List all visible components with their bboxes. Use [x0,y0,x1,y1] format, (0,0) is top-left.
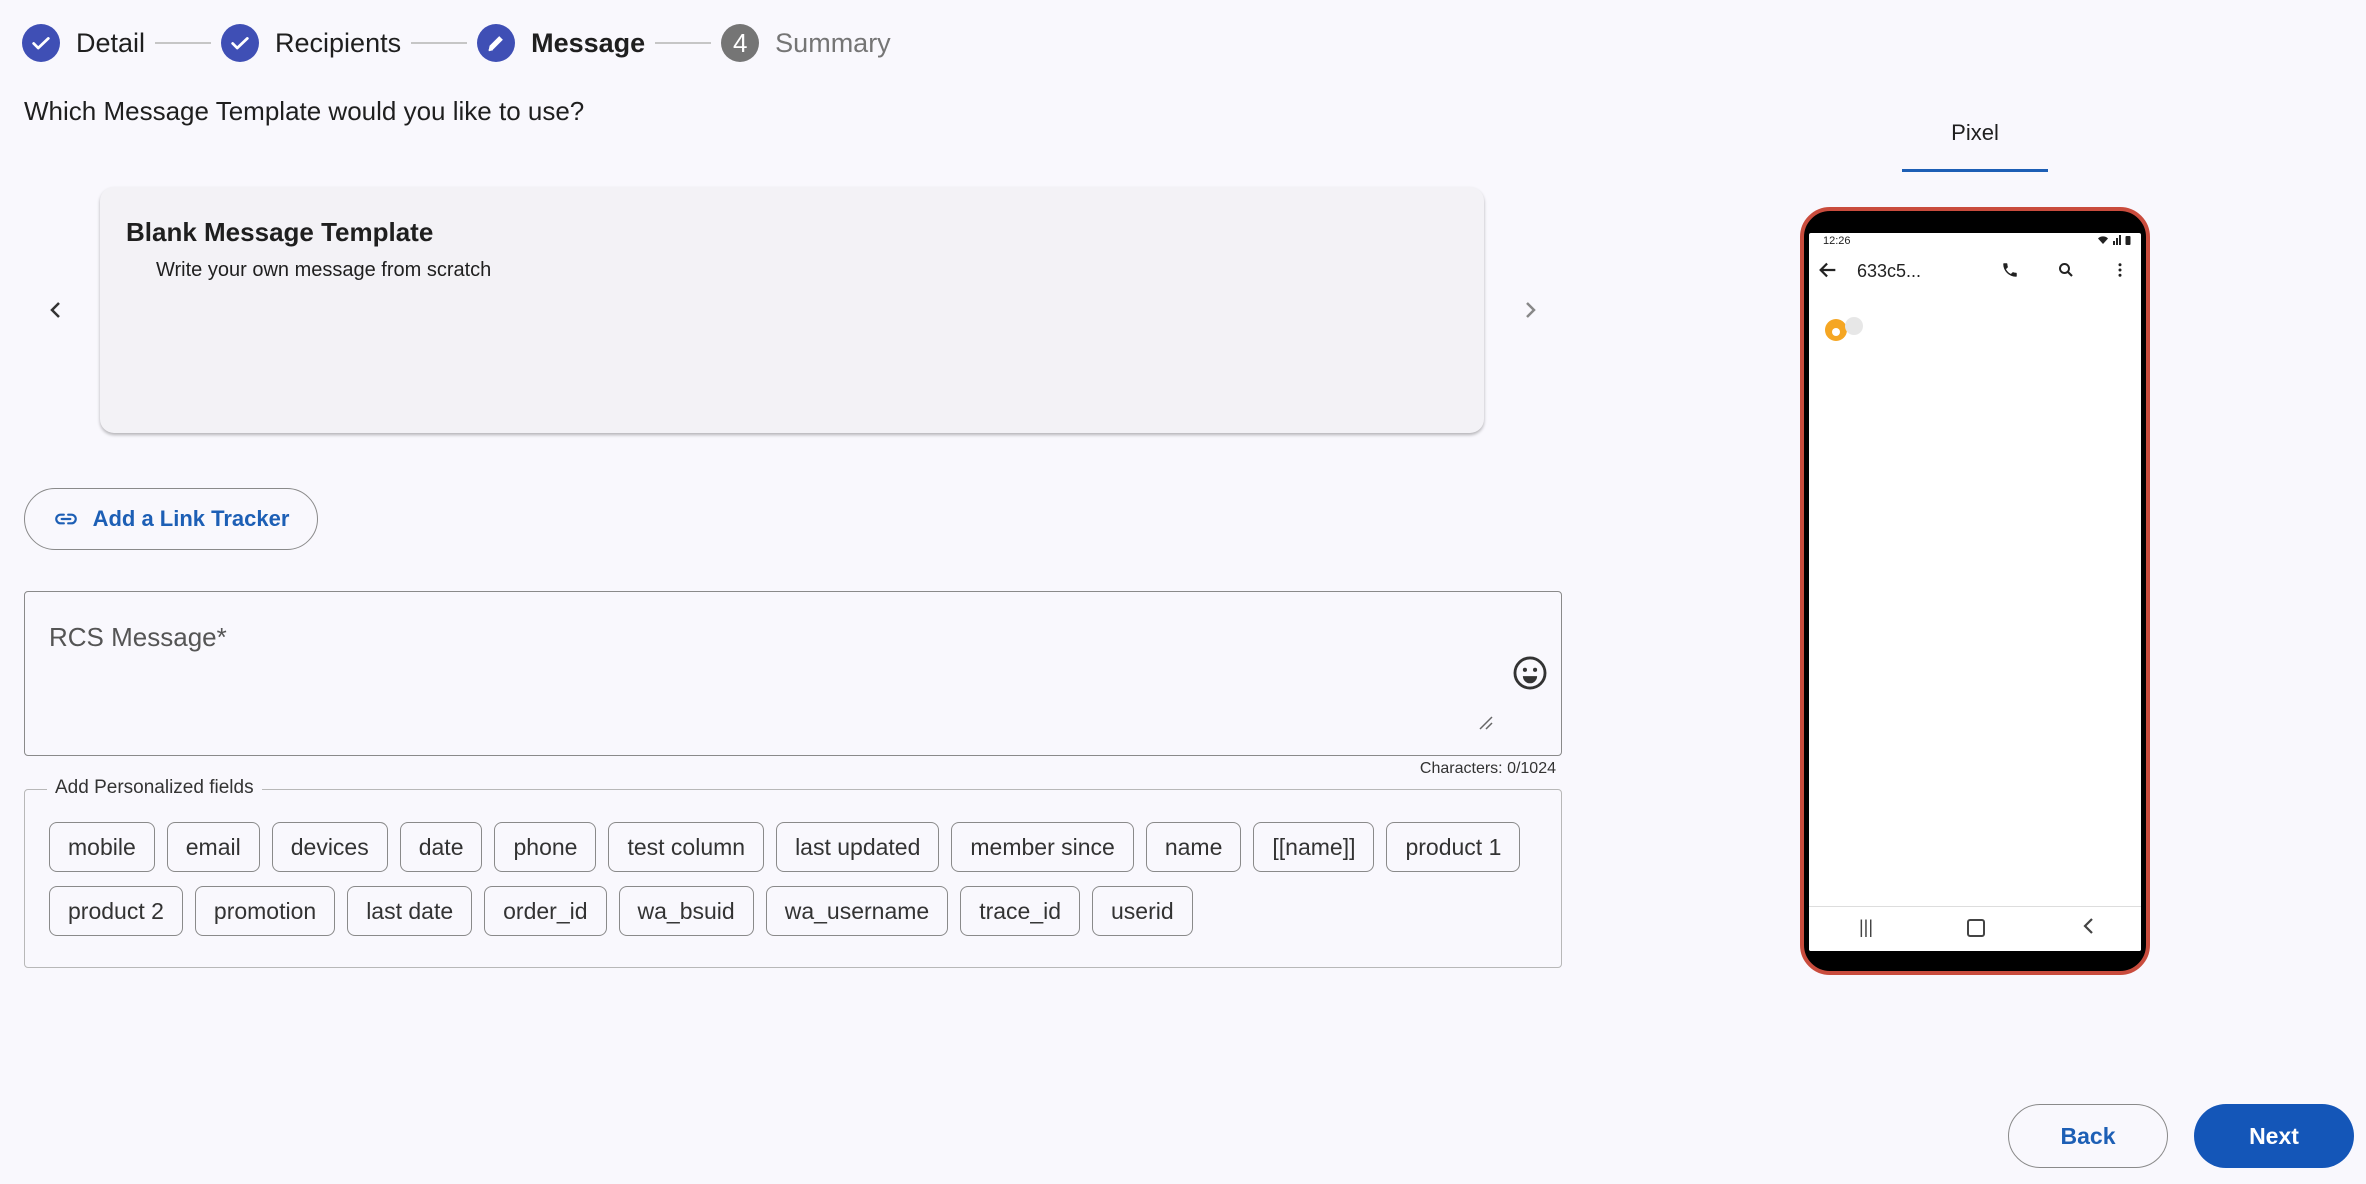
field-chip[interactable]: promotion [194,886,336,936]
stepper: Detail Recipients Message 4 Summary [22,20,891,66]
wifi-icon [2097,236,2108,244]
phone-preview: 12:26 633c5... ||| [1800,207,2150,975]
field-chip[interactable]: order_id [484,886,607,936]
arrow-back-icon[interactable] [1817,259,1839,281]
personalized-fields-legend: Add Personalized fields [47,777,262,799]
android-nav-bar: ||| [1809,906,2141,951]
step-label: Message [531,27,646,58]
avatar [1825,319,1847,341]
step-connector [411,42,468,44]
step-message[interactable]: Message [477,24,645,62]
field-chip[interactable]: last updated [776,822,940,872]
step-label: Recipients [275,27,402,58]
step-summary[interactable]: 4 Summary [721,24,891,62]
field-chip[interactable]: email [166,822,260,872]
more-vert-icon[interactable] [2111,261,2129,279]
link-icon [54,513,77,525]
chevron-left-icon [50,302,60,318]
emoji-picker-button[interactable] [1511,654,1549,692]
field-chip[interactable]: userid [1092,886,1193,936]
signal-icon [2112,235,2121,245]
phone-icon[interactable] [2001,261,2019,279]
search-icon[interactable] [2057,261,2075,279]
status-bar: 12:26 [1809,233,2141,251]
add-link-tracker-button[interactable]: Add a Link Tracker [24,488,318,550]
check-icon [22,24,60,62]
message-placeholder: RCS Message* [49,622,227,652]
chevron-right-icon [1526,302,1536,318]
tab-indicator [1902,169,2048,172]
tab-pixel[interactable]: Pixel [1902,110,2048,172]
smiley-icon [1513,656,1547,690]
field-chip[interactable]: [[name]] [1253,822,1375,872]
tab-pixel-label: Pixel [1951,120,1999,145]
field-chip[interactable]: member since [951,822,1134,872]
field-chip[interactable]: trace_id [960,886,1081,936]
field-chip[interactable]: date [399,822,483,872]
carousel-prev-button[interactable] [36,290,76,330]
next-button[interactable]: Next [2194,1104,2354,1168]
battery-icon [2125,236,2131,245]
template-card-blank[interactable]: Blank Message Template Write your own me… [100,187,1484,433]
field-chip[interactable]: product 2 [49,886,183,936]
template-description: Write your own message from scratch [156,259,492,281]
field-chip[interactable]: wa_username [765,886,949,936]
rcs-message-input[interactable]: RCS Message* [24,591,1562,756]
step-connector [155,42,212,44]
personalized-field-chips: mobile email devices date phone test col… [49,822,1549,936]
character-count: Characters: 0/1024 [1419,760,1556,777]
typing-indicator [1845,317,1863,335]
recents-icon[interactable]: ||| [1859,917,1873,938]
template-title: Blank Message Template [126,217,434,247]
field-chip[interactable]: devices [271,822,388,872]
field-chip[interactable]: mobile [49,822,155,872]
phone-screen: 12:26 633c5... ||| [1809,233,2141,951]
carousel-next-button[interactable] [1510,290,1550,330]
status-icons [2097,235,2131,248]
step-label: Detail [76,27,146,58]
step-detail[interactable]: Detail [22,24,145,62]
step-recipients[interactable]: Recipients [221,24,401,62]
field-chip[interactable]: name [1145,822,1242,872]
step-number: 4 [721,24,760,62]
status-time: 12:26 [1823,235,1851,247]
back-button[interactable]: Back [2008,1104,2168,1168]
step-connector [655,42,712,44]
field-chip[interactable]: test column [608,822,765,872]
link-tracker-label: Add a Link Tracker [92,506,290,531]
check-icon [221,24,260,62]
field-chip[interactable]: last date [347,886,473,936]
resize-handle-icon[interactable] [1477,714,1493,730]
field-chip[interactable]: wa_bsuid [618,886,754,936]
field-chip[interactable]: phone [494,822,597,872]
home-icon[interactable] [1967,919,1985,937]
template-question: Which Message Template would you like to… [24,96,585,126]
chat-app-bar: 633c5... [1809,251,2141,291]
pencil-icon [477,24,516,62]
step-label: Summary [775,27,891,58]
personalized-fields-group: Add Personalized fields mobile email dev… [24,777,1562,968]
nav-back-icon[interactable] [2079,915,2099,937]
contact-name: 633c5... [1857,261,1922,281]
field-chip[interactable]: product 1 [1386,822,1521,872]
